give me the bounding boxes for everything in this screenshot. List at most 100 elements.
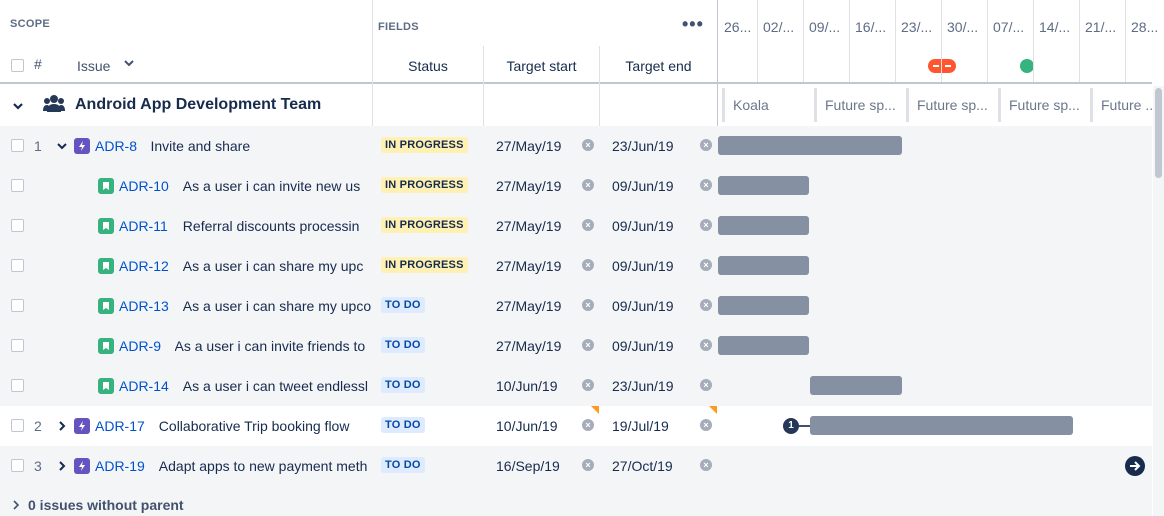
target-start-date[interactable]: 10/Jun/19 [496,418,558,434]
row-checkbox[interactable] [11,219,24,232]
status-lozenge[interactable]: TO DO [381,297,425,313]
issue-key[interactable]: ADR-10 [119,178,169,194]
schedule-bar[interactable] [718,256,810,275]
schedule-bar[interactable] [810,376,902,395]
clear-icon[interactable]: × [700,179,712,191]
issue-key[interactable]: ADR-14 [119,378,169,394]
schedule-bar[interactable] [718,336,810,355]
status-lozenge[interactable]: IN PROGRESS [381,257,468,273]
sprint-label[interactable]: Future ... [1090,88,1152,122]
schedule-bar[interactable] [718,296,810,315]
row-checkbox[interactable] [11,379,24,392]
issue-key[interactable]: ADR-19 [95,458,145,474]
status-lozenge[interactable]: TO DO [381,377,425,393]
status-lozenge[interactable]: IN PROGRESS [381,137,468,153]
issue-key[interactable]: ADR-8 [95,138,137,154]
chevron-right-icon[interactable] [56,420,68,435]
target-start-date[interactable]: 27/May/19 [496,178,561,194]
sprint-label[interactable]: Future sp... [998,88,1086,122]
target-end-date[interactable]: 09/Jun/19 [612,218,674,234]
clear-icon[interactable]: × [700,419,712,431]
clear-icon[interactable]: × [582,339,594,351]
vertical-scrollbar[interactable] [1153,86,1164,516]
target-end-date[interactable]: 09/Jun/19 [612,178,674,194]
status-lozenge[interactable]: IN PROGRESS [381,217,468,233]
table-row[interactable] [0,366,1152,406]
dependency-count-badge[interactable]: 1 [783,418,799,434]
issue-title[interactable]: As a user i can share my upco [183,298,372,314]
issues-without-parent-toggle[interactable]: 0 issues without parent [28,497,184,513]
issue-title[interactable]: Adapt apps to new payment meth [159,458,372,474]
clear-icon[interactable]: × [700,219,712,231]
target-end-date[interactable]: 19/Jul/19 [612,418,669,434]
schedule-bar[interactable] [810,416,1074,435]
table-row[interactable] [0,166,1152,206]
issue-title[interactable]: As a user i can share my upc [183,258,372,274]
target-end-date[interactable]: 23/Jun/19 [612,378,674,394]
collapse-team-icon[interactable] [12,99,24,115]
chevron-right-icon[interactable] [56,460,68,475]
clear-icon[interactable]: × [700,459,712,471]
target-end-date[interactable]: 09/Jun/19 [612,338,674,354]
issue-title[interactable]: As a user i can invite new us [183,178,372,194]
target-start-date[interactable]: 27/May/19 [496,258,561,274]
more-options-icon[interactable]: ••• [682,14,704,35]
target-start-column-header[interactable]: Target start [484,58,599,74]
clear-icon[interactable]: × [582,219,594,231]
schedule-bar[interactable] [718,216,810,235]
schedule-bar[interactable] [718,136,902,155]
issue-key[interactable]: ADR-9 [119,338,161,354]
issue-key[interactable]: ADR-13 [119,298,169,314]
row-checkbox[interactable] [11,459,24,472]
status-lozenge[interactable]: TO DO [381,457,425,473]
clear-icon[interactable]: × [582,419,594,431]
target-end-date[interactable]: 23/Jun/19 [612,138,674,154]
target-start-date[interactable]: 27/May/19 [496,218,561,234]
arrow-right-icon[interactable] [1125,456,1145,476]
issue-title[interactable]: Collaborative Trip booking flow [159,418,372,434]
target-start-date[interactable]: 27/May/19 [496,298,561,314]
clear-icon[interactable]: × [582,259,594,271]
target-start-date[interactable]: 27/May/19 [496,338,561,354]
target-end-date[interactable]: 09/Jun/19 [612,298,674,314]
issue-title[interactable]: Invite and share [151,138,373,154]
table-row[interactable] [0,286,1152,326]
sprint-label[interactable]: Future sp... [814,88,902,122]
target-start-date[interactable]: 10/Jun/19 [496,378,558,394]
sprint-label[interactable]: Future sp... [906,88,994,122]
row-checkbox[interactable] [11,259,24,272]
table-row[interactable] [0,246,1152,286]
status-lozenge[interactable]: TO DO [381,337,425,353]
clear-icon[interactable]: × [582,379,594,391]
target-end-column-header[interactable]: Target end [600,58,717,74]
chevron-down-icon[interactable] [56,140,68,155]
schedule-bar[interactable] [718,176,810,195]
release-marker-icon[interactable] [1020,59,1034,73]
row-checkbox[interactable] [11,419,24,432]
row-checkbox[interactable] [11,179,24,192]
clear-icon[interactable]: × [582,459,594,471]
table-row[interactable] [0,326,1152,366]
issue-title[interactable]: As a user i can invite friends to [175,338,373,354]
target-start-date[interactable]: 27/May/19 [496,138,561,154]
target-start-date[interactable]: 16/Sep/19 [496,458,560,474]
clear-icon[interactable]: × [700,259,712,271]
release-marker-icon[interactable] [928,59,956,73]
select-all-checkbox[interactable] [11,59,24,72]
clear-icon[interactable]: × [700,339,712,351]
clear-icon[interactable]: × [582,179,594,191]
row-checkbox[interactable] [11,139,24,152]
table-row[interactable] [0,206,1152,246]
clear-icon[interactable]: × [700,299,712,311]
status-column-header[interactable]: Status [373,58,483,74]
issue-key[interactable]: ADR-17 [95,418,145,434]
row-checkbox[interactable] [11,299,24,312]
clear-icon[interactable]: × [700,379,712,391]
clear-icon[interactable]: × [582,139,594,151]
chevron-down-icon[interactable] [123,57,135,72]
status-lozenge[interactable]: TO DO [381,417,425,433]
issue-key[interactable]: ADR-12 [119,258,169,274]
target-end-date[interactable]: 09/Jun/19 [612,258,674,274]
issue-column-header[interactable]: Issue [77,58,110,74]
issue-title[interactable]: As a user i can tweet endlessl [183,378,372,394]
